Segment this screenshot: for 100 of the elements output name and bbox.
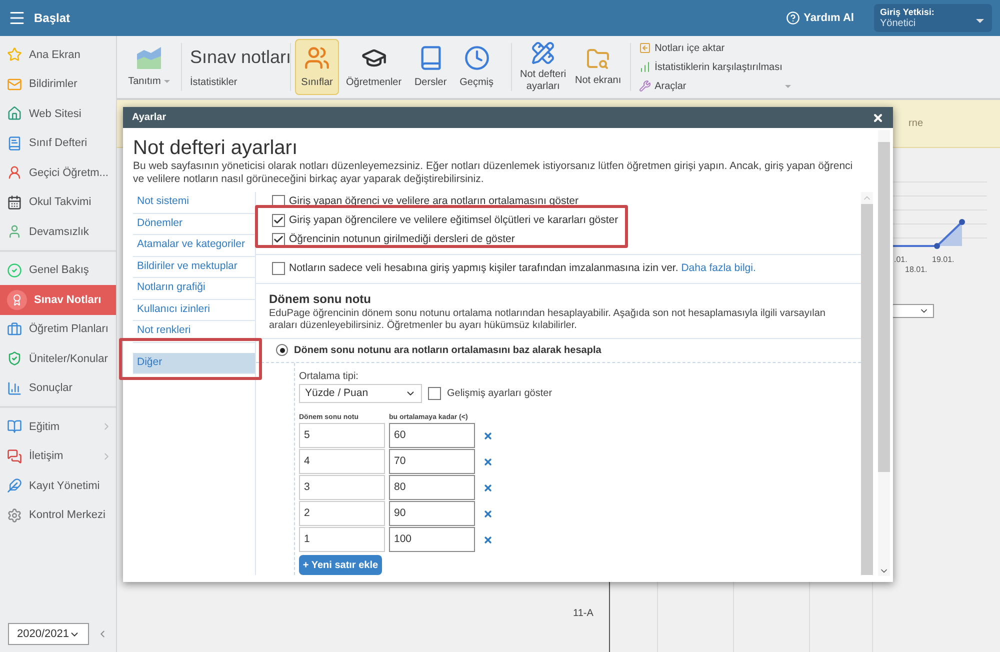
column-header: rne: [908, 117, 923, 131]
add-row-button[interactable]: + Yeni satır ekle: [299, 555, 382, 575]
limit-input[interactable]: 70: [389, 449, 475, 474]
checkbox[interactable]: [428, 387, 441, 400]
area-chart-icon: [136, 46, 162, 70]
dialog-description: Bu web sayfasının yöneticisi olarak notları düzenleyemezsiniz. Eğer notları düzenlemek istiyorsanız lütfen öğretmen girişi yapın. Ancak, giriş yapan öğrenci ve velilere notların nasıl görüneceğini birkaç ayar yaparak değiştirebilirsiniz.: [133, 160, 854, 186]
toolbar-link[interactable]: Notları içe aktar: [638, 40, 792, 56]
limit-input[interactable]: 60: [389, 423, 475, 448]
folder-search-icon: [586, 47, 610, 71]
chart-label: 18.01.: [905, 264, 928, 276]
person-icon: [7, 165, 22, 180]
settings-nav-item[interactable]: Kullanıcı izinleri: [133, 300, 255, 321]
menu-icon[interactable]: [8, 9, 26, 27]
bar-chart-icon: [7, 380, 22, 396]
sidebar-item[interactable]: Eğitim: [0, 412, 116, 442]
sidebar-item[interactable]: Geçici Öğretm...: [0, 158, 116, 188]
action-button[interactable]: Not defteri ayarları: [516, 39, 571, 95]
tools-icon: [638, 80, 651, 92]
sidebar-item[interactable]: Öğretim Planları: [0, 314, 116, 344]
grade-input[interactable]: 4: [299, 449, 385, 474]
sidebar-item[interactable]: Kayıt Yönetimi: [0, 471, 116, 500]
briefcase-icon: [7, 322, 22, 337]
role-dropdown[interactable]: Giriş Yetkisi: Yönetici: [874, 4, 992, 32]
checkbox[interactable]: [272, 233, 285, 246]
help-link[interactable]: Yardım Al: [804, 10, 854, 26]
people-icon: [304, 44, 330, 70]
limit-input[interactable]: 80: [389, 475, 475, 500]
settings-nav-item[interactable]: Notların grafiği: [133, 278, 255, 300]
grade-input[interactable]: 1: [299, 527, 385, 552]
year-select[interactable]: 2020/2021: [8, 623, 89, 645]
person-icon: [7, 224, 22, 240]
grade-input[interactable]: 2: [299, 501, 385, 526]
radio-button[interactable]: [276, 344, 288, 356]
sidebar-item[interactable]: Devamsızlık: [0, 217, 116, 246]
scrollbar[interactable]: [878, 130, 890, 576]
more-info-link[interactable]: Daha fazla bilgi.: [681, 262, 756, 274]
scrollbar[interactable]: [861, 192, 873, 575]
sidebar-item[interactable]: Okul Takvimi: [0, 188, 116, 217]
sidebar-item[interactable]: Üniteler/Konular: [0, 344, 116, 374]
calendar-icon: [7, 194, 22, 210]
settings-nav-item[interactable]: Not renkleri: [133, 321, 255, 342]
toolbar-link[interactable]: Araçlar: [638, 78, 792, 94]
action-button[interactable]: Not ekranı: [570, 39, 626, 95]
settings-nav-item[interactable]: Dönemler: [133, 214, 255, 235]
intro-button[interactable]: Tanıtım: [117, 39, 181, 95]
caret-icon: [164, 80, 170, 82]
sidebar-item[interactable]: Sınav Notları: [0, 285, 116, 314]
sidebar-item[interactable]: Bildirimler: [0, 70, 116, 99]
sidebar-item[interactable]: Sınıf Defteri: [0, 128, 116, 158]
delete-icon[interactable]: [483, 456, 493, 466]
radio-label: Dönem sonu notunu ara notların ortalamasını baz alarak hesapla: [294, 344, 602, 358]
sidebar-item[interactable]: Kontrol Merkezi: [0, 500, 116, 530]
dialog-title: Ayarlar: [132, 111, 166, 125]
view-button[interactable]: Öğretmenler: [341, 39, 407, 95]
section-description: EduPage öğrencinin dönem sonu notunu ortalama notlarından hesaplayabilir. Aşağıda son not hesaplamasıyla ilgili varsayılan araları düzenleyebilirsiniz. Öğretmenler bu ayarı hükümsüz kılabilirler.: [269, 308, 826, 332]
sidebar-item[interactable]: Genel Bakış: [0, 256, 116, 285]
grade-input[interactable]: 3: [299, 475, 385, 500]
section-title: Dönem sonu notu: [269, 290, 372, 308]
help-icon[interactable]: [786, 11, 800, 25]
view-button[interactable]: Sınıflar: [295, 39, 339, 95]
sidebar-item[interactable]: Web Sitesi: [0, 99, 116, 128]
import-icon: [638, 42, 651, 54]
delete-icon[interactable]: [483, 534, 493, 544]
clock-icon: [464, 44, 490, 70]
option-label: Giriş yapan öğrencilere ve velilere eğitimsel ölçütleri ve kararları göster: [289, 212, 618, 228]
chat-icon: [7, 448, 22, 464]
toolbar-link[interactable]: İstatistiklerin karşılaştırılması: [638, 58, 792, 76]
house-icon: [7, 106, 22, 122]
feather-icon: [7, 478, 22, 494]
bar-chart-icon: [638, 61, 651, 73]
dialog-heading: Not defteri ayarları: [133, 136, 299, 160]
delete-icon[interactable]: [483, 482, 493, 492]
limit-input[interactable]: 100: [389, 527, 475, 552]
sidebar-item[interactable]: Sonuçlar: [0, 374, 116, 403]
caret-icon: [976, 19, 984, 23]
view-button[interactable]: Geçmiş: [454, 39, 499, 95]
checkbox[interactable]: [272, 214, 285, 228]
settings-nav-item[interactable]: Bildiriler ve mektuplar: [133, 256, 255, 278]
delete-icon[interactable]: [483, 430, 493, 440]
gear-icon: [7, 508, 22, 523]
page-subtitle: İstatistikler: [190, 75, 238, 90]
role-value: Yönetici: [880, 18, 917, 30]
close-icon[interactable]: [872, 112, 884, 124]
checkbox[interactable]: [272, 262, 285, 276]
grade-input[interactable]: 5: [299, 423, 385, 448]
page-title: Sınav notları: [190, 46, 290, 69]
start-label[interactable]: Başlat: [34, 9, 70, 27]
view-button[interactable]: Dersler: [408, 39, 453, 95]
settings-nav-item[interactable]: Not sistemi: [133, 192, 255, 214]
field-label: Ortalama tipi:: [299, 370, 360, 384]
sidebar-item[interactable]: Ana Ekran: [0, 40, 116, 70]
option-label: Notların sadece veli hesabına giriş yapmış kişiler tarafından imzalanmasına izin ver. Daha fazla bilgi.: [289, 260, 756, 276]
chart-label: 19.01.: [932, 254, 954, 266]
settings-nav-item[interactable]: Atamalar ve kategoriler: [133, 235, 255, 256]
limit-input[interactable]: 90: [389, 501, 475, 526]
delete-icon[interactable]: [483, 508, 493, 518]
sidebar-item[interactable]: İletişim: [0, 442, 116, 471]
shield-icon: [7, 351, 22, 366]
average-type-select[interactable]: Yüzde / Puan: [299, 384, 422, 403]
row-label: 11-A: [573, 607, 594, 621]
